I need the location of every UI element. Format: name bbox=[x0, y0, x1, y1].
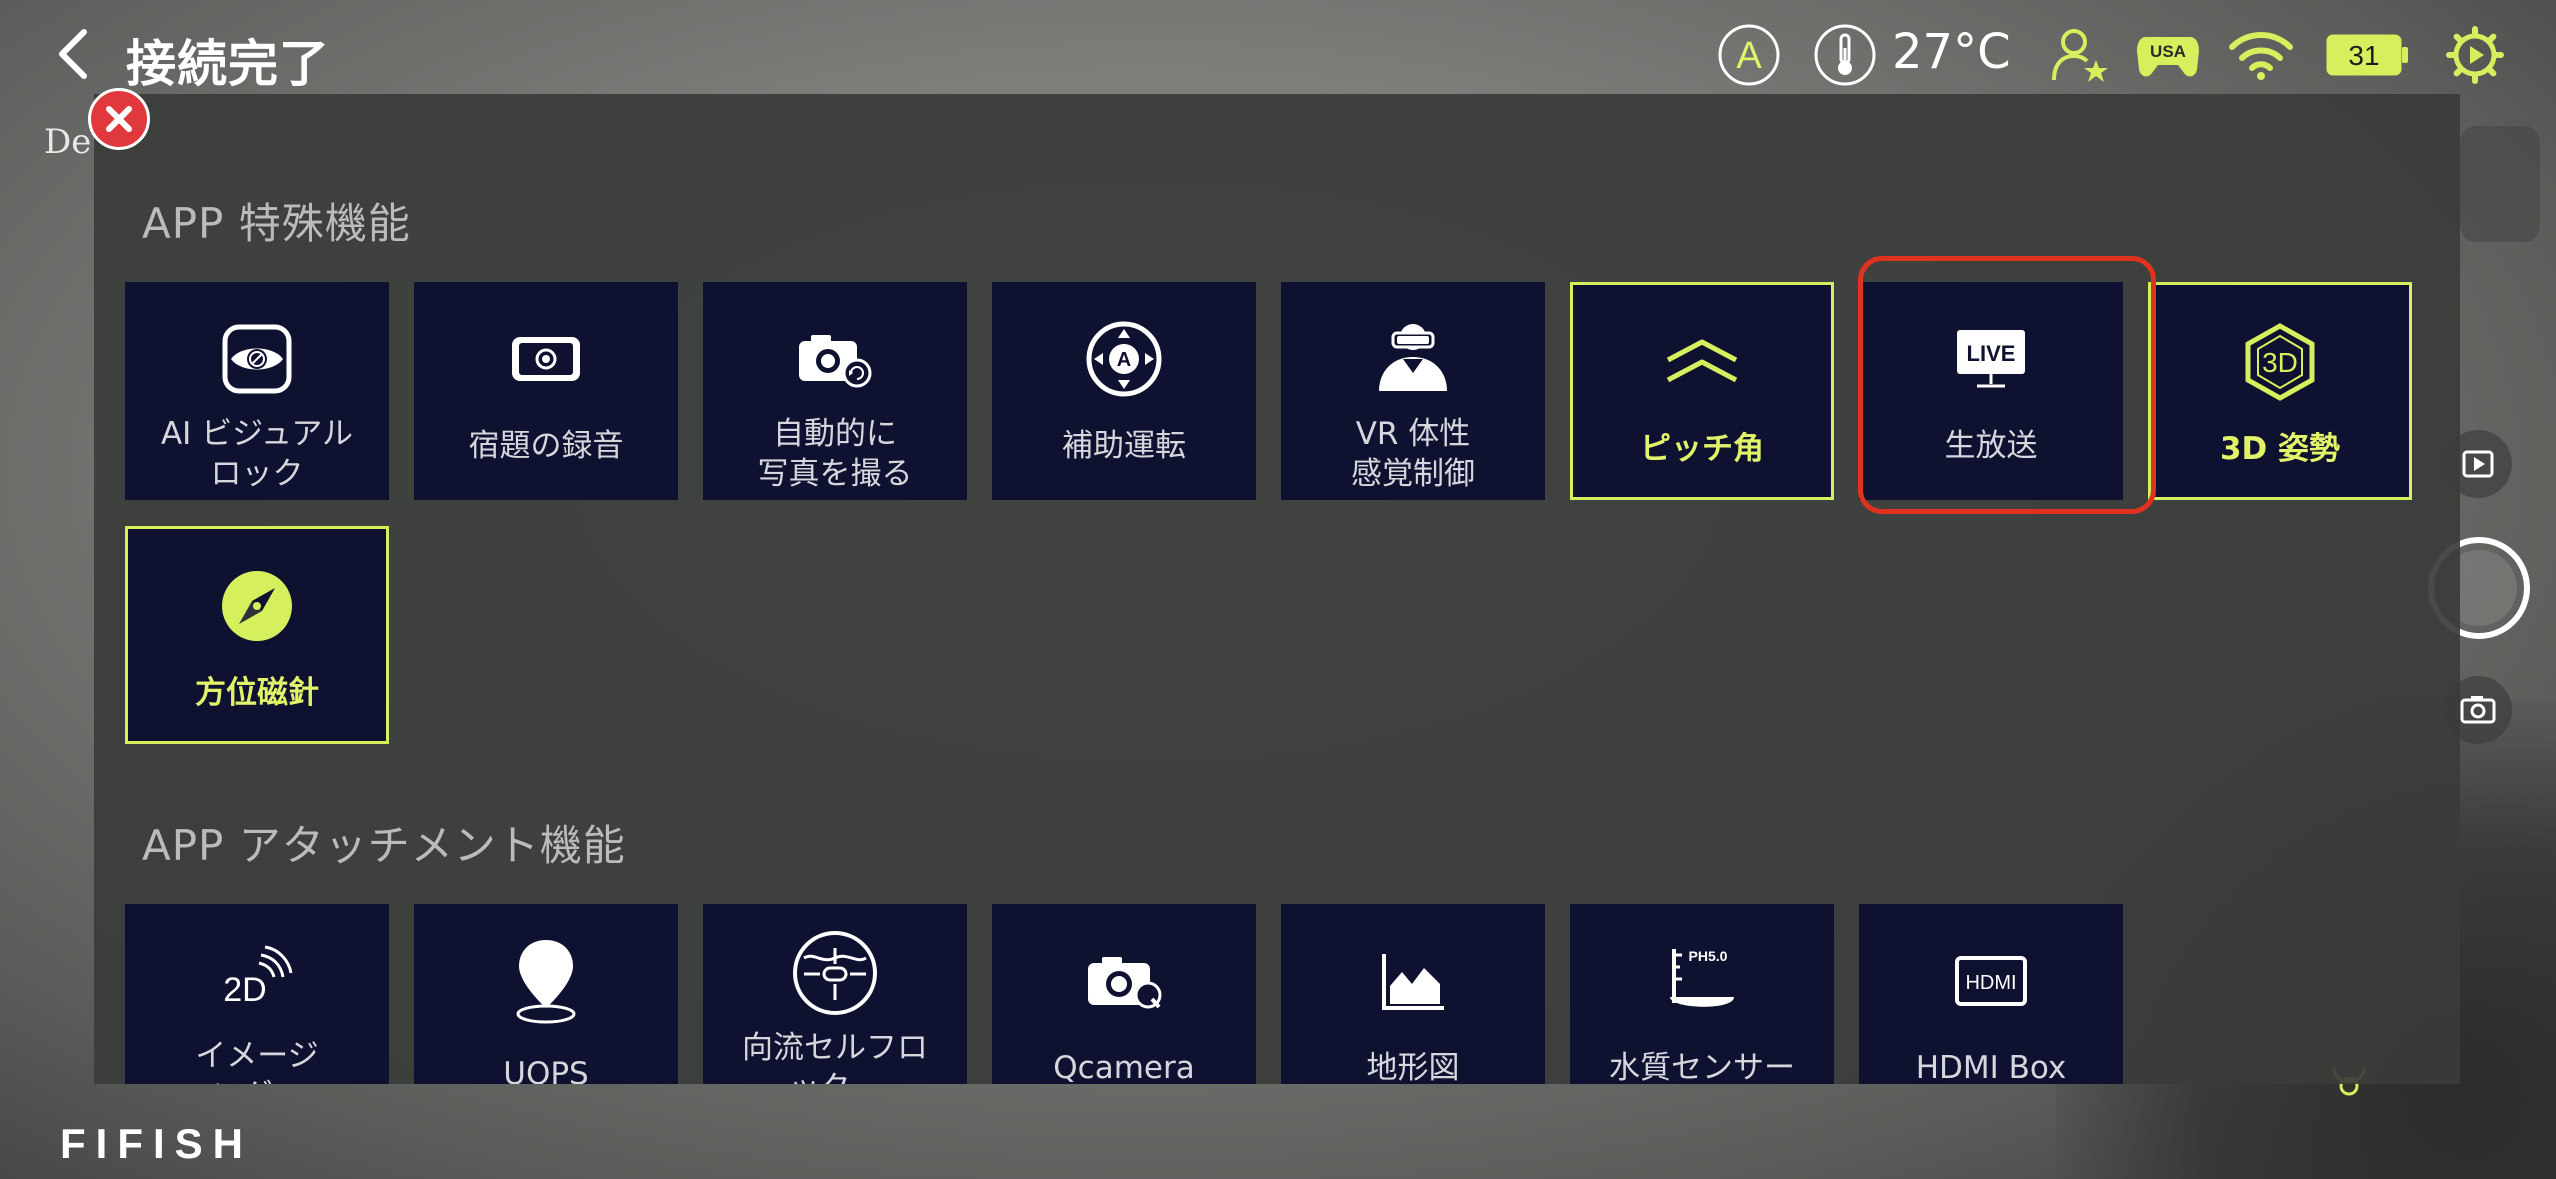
fifish-logo-icon: FIFISH bbox=[60, 1120, 253, 1167]
tile-3d-posture[interactable]: 3D 3D 姿勢 bbox=[2148, 282, 2412, 500]
close-icon bbox=[106, 106, 132, 132]
ai-visual-lock-icon bbox=[221, 304, 293, 414]
tile-label: ピッチ角 bbox=[1640, 431, 1764, 467]
section-title-attachments: APP アタッチメント機能 bbox=[142, 821, 626, 870]
battery-indicator: 31 bbox=[2326, 22, 2410, 88]
svg-text:31: 31 bbox=[2348, 40, 2379, 71]
user-star-icon bbox=[2052, 29, 2108, 82]
tile-label: 補助運転 bbox=[1062, 428, 1186, 464]
background-partial-text: De bbox=[44, 122, 92, 162]
close-panel-button[interactable] bbox=[88, 88, 150, 150]
tile-qcamera[interactable]: Qcamera bbox=[992, 904, 1256, 1084]
svg-text:A: A bbox=[1736, 35, 1762, 77]
tile-label: UQPS bbox=[503, 1056, 589, 1084]
ph-sensor-icon: PH5.0 bbox=[1662, 926, 1742, 1036]
compass-icon bbox=[219, 551, 295, 661]
gamepad-icon: USA bbox=[2137, 37, 2199, 77]
live-tv-icon: LIVE bbox=[1953, 304, 2029, 414]
chevron-left-icon bbox=[59, 29, 87, 79]
tile-terrain-map[interactable]: 地形図 bbox=[1281, 904, 1545, 1084]
assist-drive-icon: A bbox=[1084, 304, 1164, 414]
current-lock-icon bbox=[790, 918, 880, 1028]
pitch-chevron-icon bbox=[1662, 307, 1742, 417]
auto-mode-icon: A bbox=[1718, 24, 1780, 86]
tile-label: 向流セルフロ ック… bbox=[742, 1030, 928, 1084]
auto-mode-indicator[interactable]: A bbox=[1716, 22, 1782, 88]
svg-text:A: A bbox=[1117, 349, 1131, 371]
gear-icon bbox=[2446, 26, 2504, 84]
controller-region-badge[interactable]: USA bbox=[2136, 22, 2200, 88]
vr-headset-icon bbox=[1373, 304, 1453, 414]
tile-label: 生放送 bbox=[1944, 428, 2038, 464]
tile-hdmi-box[interactable]: HDMI HDMI Box bbox=[1859, 904, 2123, 1084]
tile-label: 水質センサー bbox=[1609, 1050, 1795, 1084]
battery-icon: 31 bbox=[2326, 34, 2408, 76]
tile-label: イメージ ング… bbox=[195, 1038, 319, 1084]
qcamera-icon bbox=[1084, 926, 1164, 1036]
location-pin-icon bbox=[511, 926, 581, 1036]
tile-label: 方位磁針 bbox=[195, 675, 319, 711]
auto-camera-icon bbox=[795, 304, 875, 414]
tile-label: 宿題の録音 bbox=[468, 428, 624, 464]
wifi-indicator bbox=[2228, 22, 2294, 88]
thermometer-icon bbox=[1814, 24, 1876, 86]
wifi-icon bbox=[2229, 32, 2293, 80]
svg-text:LIVE: LIVE bbox=[1967, 341, 2016, 366]
back-button[interactable] bbox=[50, 26, 100, 82]
tile-label: VR 体性 感覚制御 bbox=[1351, 416, 1475, 492]
section-title-special: APP 特殊機能 bbox=[142, 199, 411, 248]
svg-text:PH5.0: PH5.0 bbox=[1689, 948, 1728, 964]
tile-water-sensor[interactable]: PH5.0 水質センサー bbox=[1570, 904, 1834, 1084]
settings-button[interactable] bbox=[2446, 22, 2504, 88]
tile-assist-drive[interactable]: A 補助運転 bbox=[992, 282, 1256, 500]
tile-label: HDMI Box bbox=[1915, 1050, 2067, 1084]
tile-auto-photo[interactable]: 自動的に 写真を撮る bbox=[703, 282, 967, 500]
right-panel-tab[interactable] bbox=[2460, 126, 2540, 242]
tile-vr-control[interactable]: VR 体性 感覚制御 bbox=[1281, 282, 1545, 500]
tile-phone-record[interactable]: 宿題の録音 bbox=[414, 282, 678, 500]
tile-label: 自動的に 写真を撮る bbox=[757, 416, 913, 492]
phone-record-icon bbox=[509, 304, 583, 414]
brand-logo: FIFISH bbox=[60, 1120, 326, 1168]
3d-cube-icon: 3D bbox=[2240, 307, 2320, 417]
tile-uqps[interactable]: UQPS bbox=[414, 904, 678, 1084]
svg-text:HDMI: HDMI bbox=[1965, 972, 2016, 994]
tile-label: 3D 姿勢 bbox=[2219, 431, 2341, 467]
svg-text:3D: 3D bbox=[2262, 347, 2298, 378]
page-title: 接続完了 bbox=[126, 35, 330, 93]
svg-text:2D: 2D bbox=[223, 971, 266, 1009]
user-mode-button[interactable] bbox=[2050, 22, 2112, 88]
tile-label: 地形図 bbox=[1366, 1050, 1460, 1084]
tile-compass[interactable]: 方位磁針 bbox=[125, 526, 389, 744]
tile-live-broadcast[interactable]: LIVE 生放送 bbox=[1859, 282, 2123, 500]
2d-sonar-icon: 2D bbox=[217, 926, 297, 1036]
terrain-chart-icon bbox=[1380, 926, 1446, 1036]
svg-text:USA: USA bbox=[2150, 42, 2186, 61]
tile-pitch-angle[interactable]: ピッチ角 bbox=[1570, 282, 1834, 500]
tile-ai-visual-lock[interactable]: AI ビジュアル ロック bbox=[125, 282, 389, 500]
tile-current-lock[interactable]: 向流セルフロ ック… bbox=[703, 904, 967, 1084]
tile-2d-imaging[interactable]: 2D イメージ ング… bbox=[125, 904, 389, 1084]
tile-label: AI ビジュアル ロック bbox=[160, 416, 354, 492]
tile-label: Qcamera bbox=[1053, 1050, 1195, 1084]
hdmi-box-icon: HDMI bbox=[1953, 926, 2029, 1036]
svg-text:FIFISH: FIFISH bbox=[60, 1124, 253, 1164]
temperature-indicator bbox=[1812, 22, 1878, 88]
features-panel: APP 特殊機能 AI ビジュアル ロック 宿題の録音 自動的に 写真を撮る A… bbox=[94, 94, 2460, 1084]
temperature-value: 27°C bbox=[1892, 24, 2011, 80]
